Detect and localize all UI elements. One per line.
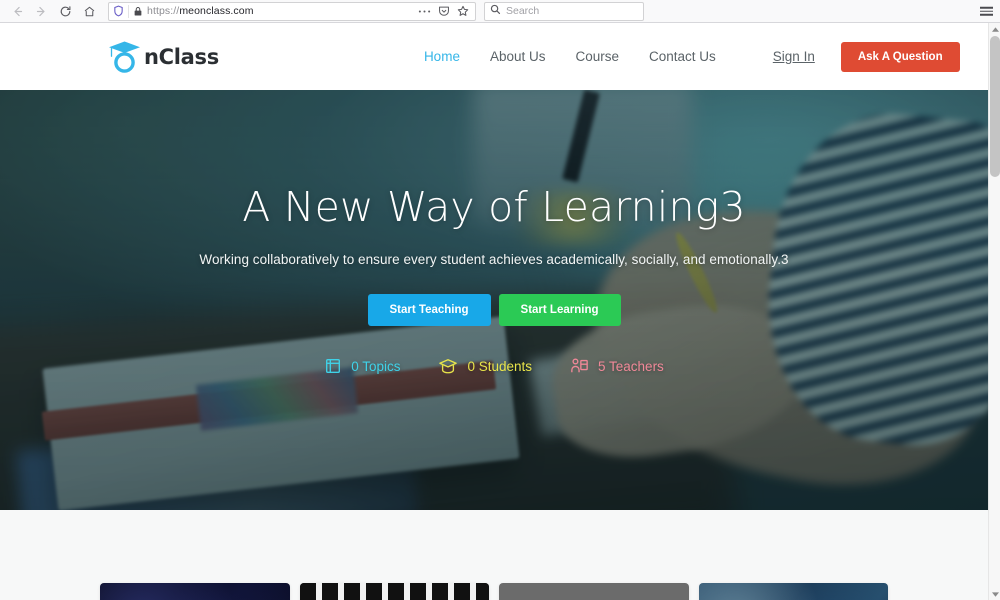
forward-button[interactable] (30, 2, 52, 21)
home-button[interactable] (78, 2, 100, 21)
hero-section: A New Way of Learning3 Working collabora… (0, 90, 988, 510)
sign-in-link[interactable]: Sign In (773, 49, 815, 64)
hero-title: A New Way of Learning3 (242, 183, 746, 231)
star-icon[interactable] (457, 5, 469, 17)
hamburger-menu-icon[interactable] (980, 6, 993, 16)
course-thumbnail-2 (299, 583, 489, 600)
tracking-protection-shield-icon[interactable] (113, 5, 124, 17)
reload-button[interactable] (54, 2, 76, 21)
ask-a-question-button[interactable]: Ask A Question (840, 41, 960, 72)
padlock-icon[interactable] (133, 6, 143, 17)
page-scrollbar[interactable] (988, 23, 1000, 600)
url-text: https://meonclass.com (147, 5, 414, 17)
browser-nav-buttons (6, 2, 100, 21)
hero-stats: 0 Topics 0 Students 5 Teachers (324, 357, 664, 375)
stat-topics-label: 0 Topics (351, 358, 401, 374)
back-button[interactable] (6, 2, 28, 21)
page-viewport: nClass Home About Us Course Contact Us S… (0, 23, 1000, 600)
course-thumbnail-4 (698, 583, 888, 600)
address-bar-divider (128, 4, 129, 18)
back-arrow-icon (11, 5, 24, 18)
stat-students-label: 0 Students (467, 358, 533, 374)
course-card[interactable] (698, 583, 888, 600)
nav-item-home[interactable]: Home (424, 49, 460, 64)
magnifier-icon (490, 2, 501, 20)
stat-teachers[interactable]: 5 Teachers (570, 357, 664, 375)
course-thumbnail-1 (100, 583, 290, 600)
scroll-up-arrow-icon[interactable] (989, 23, 1000, 35)
hamburger-line (980, 13, 993, 16)
hamburger-line (980, 6, 993, 9)
reload-icon (59, 5, 72, 18)
stat-teachers-label: 5 Teachers (598, 358, 664, 374)
scrollbar-thumb[interactable] (990, 36, 1000, 177)
ellipsis-icon[interactable] (418, 9, 431, 14)
address-bar[interactable]: https://meonclass.com (108, 1, 476, 21)
main-navigation: Home About Us Course Contact Us (424, 49, 716, 64)
graduation-cap-icon (105, 38, 145, 76)
forward-arrow-icon (35, 5, 48, 18)
courses-section (0, 510, 988, 600)
course-thumbnail-3 (499, 583, 689, 600)
pocket-icon[interactable] (438, 5, 450, 17)
browser-search-bar[interactable]: Search (484, 1, 644, 21)
course-card-grid (100, 510, 888, 600)
url-domain: meonclass.com (179, 5, 254, 17)
stat-topics[interactable]: 0 Topics (324, 357, 400, 375)
nav-item-course[interactable]: Course (575, 49, 619, 64)
nav-item-contact-us[interactable]: Contact Us (649, 49, 716, 64)
teacher-person-icon (570, 357, 589, 375)
scroll-down-arrow-icon[interactable] (989, 588, 1000, 600)
nav-item-about-us[interactable]: About Us (490, 49, 546, 64)
graduation-cap-icon (438, 357, 458, 375)
search-input[interactable]: Search (506, 5, 539, 17)
book-icon (324, 357, 342, 375)
hamburger-line (980, 10, 993, 12)
start-learning-button[interactable]: Start Learning (498, 294, 621, 326)
start-teaching-button[interactable]: Start Teaching (367, 294, 491, 326)
site-header: nClass Home About Us Course Contact Us S… (0, 23, 988, 90)
url-scheme: https:// (147, 5, 180, 17)
home-icon (83, 5, 96, 18)
course-card[interactable] (499, 583, 689, 600)
hero-cta-group: Start Teaching Start Learning (367, 294, 621, 326)
course-card[interactable] (299, 583, 489, 600)
hero-subtitle: Working collaboratively to ensure every … (199, 252, 789, 267)
site-logo[interactable]: nClass (105, 38, 219, 76)
course-card[interactable] (100, 583, 290, 600)
web-page: nClass Home About Us Course Contact Us S… (0, 23, 988, 600)
address-bar-actions (418, 5, 471, 17)
stat-students[interactable]: 0 Students (438, 357, 532, 375)
hero-content: A New Way of Learning3 Working collabora… (0, 90, 988, 510)
site-logo-text: nClass (144, 44, 219, 69)
browser-toolbar: https://meonclass.com Search (0, 0, 1000, 23)
